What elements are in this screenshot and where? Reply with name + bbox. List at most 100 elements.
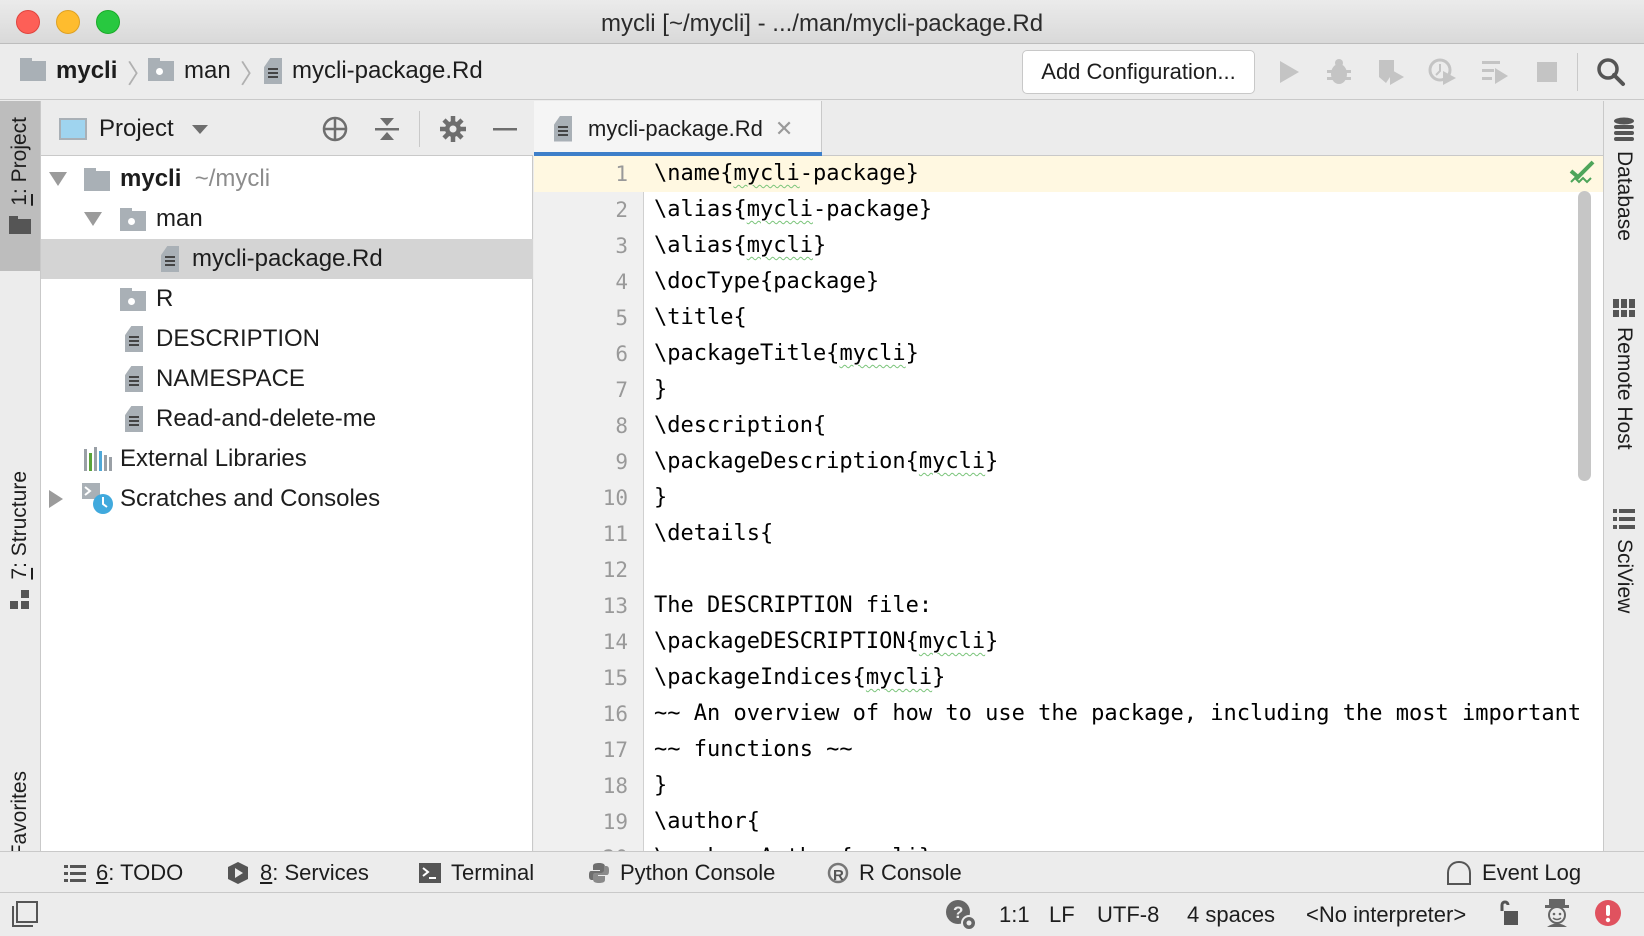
code-token: \docType{package}: [654, 269, 880, 294]
code-token: }: [812, 233, 827, 258]
inspection-widget[interactable]: ?: [944, 898, 978, 936]
tree-item-label: mycli-package.Rd: [192, 245, 383, 272]
interpreter-selector[interactable]: <No interpreter>: [1306, 902, 1466, 928]
code-line: \docType{package}: [654, 264, 879, 300]
tree-item-r[interactable]: R: [41, 279, 533, 319]
tool-tab-todo[interactable]: 6: TODO: [64, 860, 183, 886]
vertical-scrollbar[interactable]: [1578, 191, 1591, 481]
python-icon: [589, 863, 609, 883]
code-token: \packageDESCRIPTION{: [654, 629, 919, 654]
breadcrumb-label: mycli-package.Rd: [292, 57, 483, 84]
tree-item-namespace[interactable]: NAMESPACE: [41, 359, 533, 399]
tree-item-man[interactable]: man: [41, 199, 533, 239]
tool-tab-terminal[interactable]: Terminal: [419, 860, 534, 886]
code-token: }: [985, 629, 999, 654]
tool-tab-services[interactable]: 8: Services: [226, 860, 369, 886]
libraries-icon: [84, 447, 112, 471]
title-bar: mycli [~/mycli] - .../man/mycli-package.…: [0, 0, 1644, 44]
tree-item-mycli-package-rd[interactable]: mycli-package.Rd: [41, 239, 533, 279]
folder-icon: [9, 215, 31, 234]
help-settings-icon: ?: [946, 900, 977, 931]
tool-tab-project[interactable]: 1: Project: [0, 101, 40, 271]
line-number: 17: [602, 738, 628, 762]
status-bar: ? 1:1 LF UTF-8 4 spaces <No interpreter>: [0, 893, 1644, 936]
editor-area: mycli-package.Rd ✕ 1 2 3 4 5 6 7 8 9 10 11 12 13 14 15…: [534, 101, 1603, 870]
line-number: 4: [615, 270, 628, 294]
tool-tab-sciview[interactable]: SciView: [1604, 509, 1644, 613]
collapse-all-icon: [375, 118, 399, 140]
code-line: \name{mycli-package}: [654, 156, 919, 192]
code-text-area[interactable]: \name{mycli-package} \alias{mycli-package…: [644, 156, 1603, 851]
code-token: \packageDescription{: [654, 449, 919, 474]
spelling-warning-token: mycli: [746, 197, 813, 222]
read-only-toggle[interactable]: [1496, 899, 1520, 935]
stop-button[interactable]: [1530, 55, 1564, 89]
tool-tab-remote-host[interactable]: Remote Host: [1604, 299, 1644, 450]
hector-button[interactable]: [1543, 898, 1571, 934]
locate-file-button[interactable]: [319, 113, 351, 145]
line-separator[interactable]: LF: [1049, 902, 1075, 928]
profile-button[interactable]: [1426, 55, 1460, 89]
tree-item-scratches[interactable]: Scratches and Consoles: [41, 479, 533, 519]
line-numbers: 1234567891011121314151617181920: [534, 156, 644, 870]
project-view-selector[interactable]: Project: [59, 115, 208, 143]
spelling-warning-token: mycli: [918, 629, 986, 654]
expand-toggle-icon[interactable]: [49, 490, 63, 508]
sciview-icon: [1613, 509, 1635, 529]
line-number: 2: [615, 198, 628, 222]
tree-item-label: man: [156, 205, 203, 232]
debug-button[interactable]: [1322, 55, 1356, 89]
event-log-button[interactable]: Event Log: [1446, 860, 1581, 886]
stop-icon: [1537, 62, 1557, 82]
line-number: 9: [615, 450, 628, 474]
indent-setting[interactable]: 4 spaces: [1187, 902, 1275, 928]
tree-item-description[interactable]: DESCRIPTION: [41, 319, 533, 359]
expand-toggle-icon[interactable]: [84, 212, 102, 226]
file-icon: [264, 58, 282, 84]
breadcrumb-item-man[interactable]: man: [148, 57, 231, 85]
concurrency-diagram-button[interactable]: [1478, 55, 1512, 89]
line-number: 16: [602, 702, 628, 726]
code-token: }: [905, 341, 919, 366]
run-button[interactable]: [1272, 55, 1306, 89]
tool-tab-python-console[interactable]: Python Console: [588, 860, 775, 886]
toggle-tool-windows-button[interactable]: [12, 901, 38, 933]
settings-button[interactable]: [437, 113, 469, 145]
collapse-all-button[interactable]: [371, 113, 403, 145]
search-everywhere-button[interactable]: [1594, 55, 1628, 89]
error-notification[interactable]: [1594, 899, 1622, 933]
code-line: \packageDESCRIPTION{mycli}: [654, 624, 998, 660]
add-configuration-button[interactable]: Add Configuration...: [1022, 50, 1255, 94]
debug-icon: [1327, 59, 1351, 84]
remote-host-icon: [1613, 299, 1635, 317]
breadcrumb-item-file[interactable]: mycli-package.Rd: [264, 57, 483, 85]
close-tab-icon[interactable]: ✕: [775, 116, 793, 142]
caret-position[interactable]: 1:1: [999, 902, 1030, 928]
tool-tab-label: Python Console: [620, 860, 776, 885]
code-line: ~~ functions ~~: [654, 732, 853, 768]
code-line: \packageDescription{mycli}: [654, 444, 998, 480]
file-encoding[interactable]: UTF-8: [1097, 902, 1159, 928]
left-tool-strip: 1: Project 7: Structure 2: Favorites: [0, 101, 41, 913]
breadcrumb-item-project[interactable]: mycli: [20, 57, 117, 85]
inspection-ok-icon[interactable]: [1569, 159, 1595, 185]
file-icon: [161, 246, 179, 272]
editor-tab-mycli-package-rd[interactable]: mycli-package.Rd ✕: [534, 101, 822, 157]
minimize-icon: [493, 128, 517, 131]
event-log-label: Event Log: [1482, 860, 1582, 885]
code-line: \description{: [654, 408, 826, 444]
run-with-coverage-button[interactable]: [1374, 55, 1408, 89]
tree-item-label: External Libraries: [120, 445, 307, 472]
line-number: 7: [615, 378, 628, 402]
tool-tab-database[interactable]: Database: [1604, 117, 1644, 241]
spelling-warning-token: mycli: [839, 341, 906, 366]
tree-item-external-libraries[interactable]: External Libraries: [41, 439, 533, 479]
tool-tab-label: SciView: [1613, 539, 1636, 614]
tool-windows-icon: [12, 901, 38, 927]
tool-tab-r-console[interactable]: R R Console: [827, 860, 962, 886]
crosshair-icon: [322, 116, 348, 142]
hide-panel-button[interactable]: [489, 113, 521, 145]
tree-item-project-root[interactable]: mycli ~/mycli: [41, 159, 533, 199]
expand-toggle-icon[interactable]: [49, 172, 67, 186]
tree-item-read-and-delete-me[interactable]: Read-and-delete-me: [41, 399, 533, 439]
